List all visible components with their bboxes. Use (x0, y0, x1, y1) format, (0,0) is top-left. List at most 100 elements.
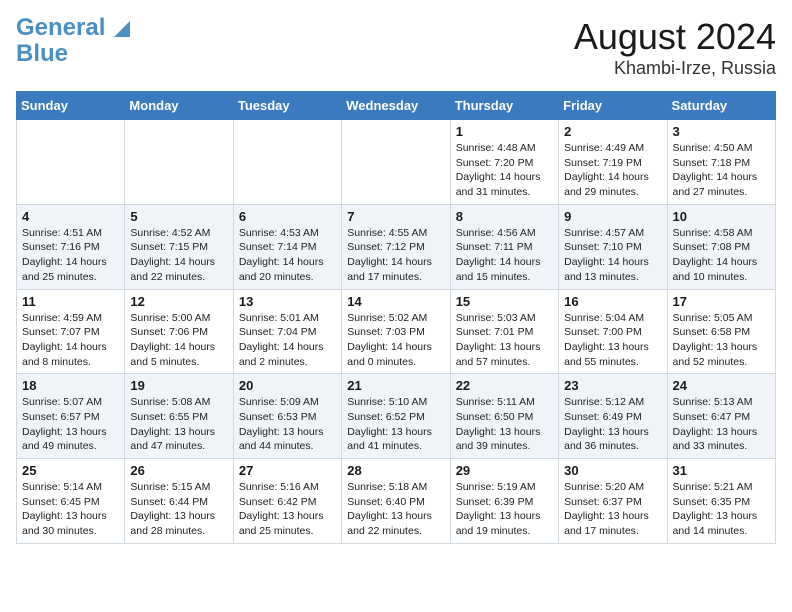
cell-detail: Sunset: 6:39 PM (456, 495, 553, 510)
cell-detail: Sunrise: 5:05 AM (673, 311, 770, 326)
cell-detail: Sunset: 6:52 PM (347, 410, 444, 425)
cell-detail: Sunset: 7:03 PM (347, 325, 444, 340)
day-number: 12 (130, 294, 227, 309)
day-number: 6 (239, 209, 336, 224)
cell-detail: Daylight: 14 hours and 31 minutes. (456, 170, 553, 199)
day-number: 10 (673, 209, 770, 224)
logo-text: General (16, 16, 130, 40)
cell-detail: Daylight: 14 hours and 8 minutes. (22, 340, 119, 369)
day-number: 25 (22, 463, 119, 478)
cell-detail: Sunrise: 5:21 AM (673, 480, 770, 495)
day-number: 9 (564, 209, 661, 224)
day-number: 28 (347, 463, 444, 478)
day-number: 30 (564, 463, 661, 478)
cell-detail: Daylight: 14 hours and 29 minutes. (564, 170, 661, 199)
cell-detail: Sunrise: 5:08 AM (130, 395, 227, 410)
cell-detail: Sunrise: 4:56 AM (456, 226, 553, 241)
cell-detail: Daylight: 13 hours and 30 minutes. (22, 509, 119, 538)
cell-detail: Sunrise: 4:48 AM (456, 141, 553, 156)
day-number: 5 (130, 209, 227, 224)
day-number: 1 (456, 124, 553, 139)
cell-detail: Sunset: 7:06 PM (130, 325, 227, 340)
cell-detail: Daylight: 14 hours and 5 minutes. (130, 340, 227, 369)
day-number: 26 (130, 463, 227, 478)
cell-detail: Sunrise: 5:13 AM (673, 395, 770, 410)
page-title: August 2024 (574, 16, 776, 58)
day-number: 15 (456, 294, 553, 309)
day-number: 14 (347, 294, 444, 309)
cell-detail: Sunset: 7:14 PM (239, 240, 336, 255)
calendar-cell: 9Sunrise: 4:57 AMSunset: 7:10 PMDaylight… (559, 204, 667, 289)
weekday-header-friday: Friday (559, 92, 667, 120)
cell-detail: Sunrise: 4:49 AM (564, 141, 661, 156)
calendar-cell: 24Sunrise: 5:13 AMSunset: 6:47 PMDayligh… (667, 374, 775, 459)
logo-triangle-icon (114, 21, 130, 37)
day-number: 22 (456, 378, 553, 393)
cell-detail: Sunset: 6:42 PM (239, 495, 336, 510)
page-header: General Blue August 2024 Khambi-Irze, Ru… (16, 16, 776, 79)
calendar-cell: 27Sunrise: 5:16 AMSunset: 6:42 PMDayligh… (233, 459, 341, 544)
cell-detail: Sunrise: 4:55 AM (347, 226, 444, 241)
logo-general: General (16, 14, 105, 41)
cell-detail: Sunrise: 5:09 AM (239, 395, 336, 410)
calendar-cell: 26 Sunrise: 5:15 AMSunset: 6:44 PMDayligh… (125, 459, 233, 544)
cell-detail: Daylight: 13 hours and 25 minutes. (239, 509, 336, 538)
cell-detail: Sunrise: 4:50 AM (673, 141, 770, 156)
calendar-cell: 1 Sunrise: 4:48 AMSunset: 7:20 PMDaylight… (450, 120, 558, 205)
calendar-cell: 30Sunrise: 5:20 AMSunset: 6:37 PMDayligh… (559, 459, 667, 544)
cell-detail: Daylight: 14 hours and 10 minutes. (673, 255, 770, 284)
calendar-cell: 5Sunrise: 4:52 AMSunset: 7:15 PMDaylight… (125, 204, 233, 289)
cell-detail: Sunset: 6:50 PM (456, 410, 553, 425)
cell-detail: Daylight: 13 hours and 55 minutes. (564, 340, 661, 369)
calendar-table: SundayMondayTuesdayWednesdayThursdayFrid… (16, 91, 776, 544)
cell-detail: Sunset: 7:01 PM (456, 325, 553, 340)
cell-detail: Sunrise: 5:03 AM (456, 311, 553, 326)
cell-detail: Sunrise: 4:53 AM (239, 226, 336, 241)
cell-detail: Sunset: 7:15 PM (130, 240, 227, 255)
cell-detail: Daylight: 13 hours and 28 minutes. (130, 509, 227, 538)
cell-detail: Daylight: 13 hours and 39 minutes. (456, 425, 553, 454)
cell-detail: Sunset: 7:18 PM (673, 156, 770, 171)
cell-detail: Sunrise: 5:07 AM (22, 395, 119, 410)
logo-blue: Blue (16, 40, 68, 67)
cell-detail: Sunset: 7:10 PM (564, 240, 661, 255)
cell-detail: Sunrise: 5:10 AM (347, 395, 444, 410)
calendar-cell: 4Sunrise: 4:51 AMSunset: 7:16 PMDaylight… (17, 204, 125, 289)
calendar-cell: 13Sunrise: 5:01 AMSunset: 7:04 PMDayligh… (233, 289, 341, 374)
cell-detail: Sunset: 6:44 PM (130, 495, 227, 510)
weekday-header-tuesday: Tuesday (233, 92, 341, 120)
day-number: 29 (456, 463, 553, 478)
cell-detail: Sunset: 6:55 PM (130, 410, 227, 425)
day-number: 16 (564, 294, 661, 309)
calendar-cell: 19Sunrise: 5:08 AMSunset: 6:55 PMDayligh… (125, 374, 233, 459)
week-row-2: 4Sunrise: 4:51 AMSunset: 7:16 PMDaylight… (17, 204, 776, 289)
day-number: 18 (22, 378, 119, 393)
cell-detail: Sunset: 6:57 PM (22, 410, 119, 425)
day-number: 27 (239, 463, 336, 478)
day-number: 21 (347, 378, 444, 393)
day-number: 8 (456, 209, 553, 224)
cell-detail: Sunrise: 5:15 AM (130, 480, 227, 495)
calendar-cell (233, 120, 341, 205)
cell-detail: Sunset: 7:20 PM (456, 156, 553, 171)
calendar-cell: 29Sunrise: 5:19 AMSunset: 6:39 PMDayligh… (450, 459, 558, 544)
weekday-header-sunday: Sunday (17, 92, 125, 120)
calendar-cell: 14Sunrise: 5:02 AMSunset: 7:03 PMDayligh… (342, 289, 450, 374)
cell-detail: Daylight: 14 hours and 0 minutes. (347, 340, 444, 369)
cell-detail: Sunset: 6:45 PM (22, 495, 119, 510)
cell-detail: Sunrise: 5:11 AM (456, 395, 553, 410)
calendar-cell: 10Sunrise: 4:58 AMSunset: 7:08 PMDayligh… (667, 204, 775, 289)
page-subtitle: Khambi-Irze, Russia (574, 58, 776, 79)
cell-detail: Sunset: 7:16 PM (22, 240, 119, 255)
weekday-header-monday: Monday (125, 92, 233, 120)
cell-detail: Sunset: 6:53 PM (239, 410, 336, 425)
day-number: 2 (564, 124, 661, 139)
cell-detail: Sunrise: 4:52 AM (130, 226, 227, 241)
cell-detail: Sunset: 7:11 PM (456, 240, 553, 255)
cell-detail: Daylight: 14 hours and 20 minutes. (239, 255, 336, 284)
calendar-cell (342, 120, 450, 205)
weekday-header-thursday: Thursday (450, 92, 558, 120)
calendar-cell: 25Sunrise: 5:14 AMSunset: 6:45 PMDayligh… (17, 459, 125, 544)
calendar-cell: 23Sunrise: 5:12 AMSunset: 6:49 PMDayligh… (559, 374, 667, 459)
cell-detail: Sunrise: 4:59 AM (22, 311, 119, 326)
